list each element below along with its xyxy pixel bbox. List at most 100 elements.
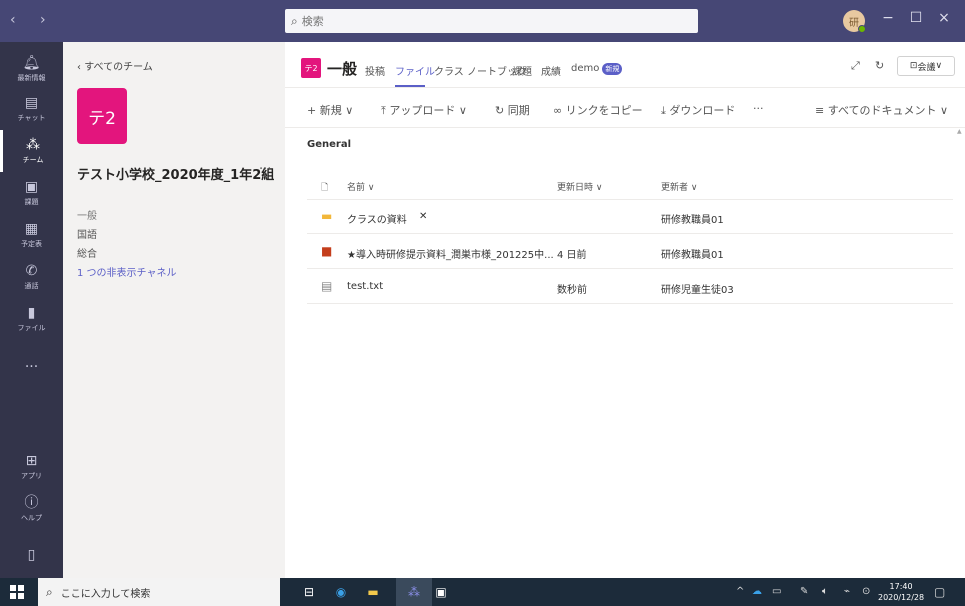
maximize-button[interactable]: ☐ (904, 10, 928, 26)
phone-icon: ✆ (25, 263, 38, 279)
refresh-icon[interactable]: ↻ (875, 59, 884, 72)
file-modified: 数秒前 (557, 285, 587, 296)
file-modified-by: 研修教職員01 (661, 250, 724, 261)
appbar-more[interactable]: ··· (0, 346, 63, 388)
library-section-label: General (307, 139, 351, 150)
tab-demo[interactable]: demo 新規 (571, 63, 623, 75)
minimize-button[interactable]: − (876, 10, 900, 26)
appbar-label: 通話 (24, 282, 39, 290)
file-explorer-icon[interactable]: ▬ (364, 583, 382, 601)
clock-widget-icon[interactable]: ⊙ (862, 586, 870, 597)
notification-icon[interactable]: ▢ (934, 585, 945, 599)
column-modified[interactable]: 更新日時 ∨ (557, 180, 602, 193)
onedrive-icon[interactable]: ☁ (752, 586, 762, 597)
doc-type-column-icon: 🗋︎ (321, 183, 329, 193)
file-name[interactable]: test.txt (347, 281, 383, 292)
help-icon: ⓘ (24, 495, 39, 511)
file-row[interactable]: ■ ★導入時研修提示資料_潤巣市様_201225中... 4 日前 研修教職員0… (307, 235, 953, 269)
file-name[interactable]: ★導入時研修提示資料_潤巣市様_201225中... (347, 246, 554, 261)
search-box[interactable]: ⌕ (285, 9, 698, 33)
search-icon: ⌕ (46, 584, 53, 599)
bell-icon: 🔔︎ (22, 55, 41, 71)
team-avatar: テ2 (77, 88, 127, 144)
file-modified-by: 研修児童生徒03 (661, 285, 734, 296)
volume-icon[interactable]: 🔈︎ (822, 586, 828, 597)
appbar-apps[interactable]: ⊞ アプリ (0, 446, 63, 488)
file-row[interactable]: ▬ クラスの資料 ✕ 研修教職員01 (307, 200, 953, 234)
file-modified-by: 研修教職員01 (661, 215, 724, 226)
sync-button[interactable]: ↻ 同期 (495, 102, 530, 118)
search-input[interactable] (301, 14, 662, 28)
task-view-icon[interactable]: ⊟ (300, 583, 318, 601)
download-button[interactable]: ⤓ ダウンロード (661, 102, 735, 118)
file-name[interactable]: クラスの資料 (347, 211, 407, 226)
taskbar: ⌕ ここに入力して検索 ⊟ ◉ ▬ ⁂ ▣ ^ ☁ ▭ ✎ 🔈︎ ⌁ ⊙ 17:… (0, 578, 965, 606)
store-icon[interactable]: ▣ (432, 583, 450, 601)
all-documents-dropdown[interactable]: ≡ すべてのドキュメント ∨ (815, 102, 948, 118)
tab-posts[interactable]: 投稿 (365, 63, 385, 78)
avatar[interactable]: 研 (843, 10, 866, 33)
files-toolbar: + 新規 ∨ ⤒ アップロード ∨ ↻ 同期 ∞ リンクをコピー ⤓ ダウンロー… (285, 88, 965, 128)
scrollbar[interactable]: ▲ (957, 128, 963, 568)
network-icon[interactable]: ⌁ (844, 586, 850, 597)
appbar-files[interactable]: ▮ ファイル (0, 298, 63, 340)
pen-icon[interactable]: ✎ (800, 586, 808, 597)
text-file-icon: ▤ (321, 279, 333, 293)
appbar-label: チーム (22, 156, 44, 164)
column-name[interactable]: 名前 ∨ (347, 180, 374, 193)
new-button[interactable]: + 新規 ∨ (307, 102, 353, 118)
appbar-teams[interactable]: ⁂ チーム (0, 130, 63, 172)
clock[interactable]: 17:40 2020/12/28 (878, 581, 924, 603)
channel-general[interactable]: 一般 (77, 207, 97, 222)
tab-demo-label: demo (571, 63, 600, 74)
appbar-label: 予定表 (21, 240, 42, 248)
active-tab-indicator (395, 85, 425, 87)
appbar-calls[interactable]: ✆ 通話 (0, 256, 63, 298)
date: 2020/12/28 (878, 593, 925, 602)
nav-arrows[interactable]: ‹ › (10, 12, 56, 28)
copy-link-button[interactable]: ∞ リンクをコピー (553, 102, 643, 118)
appbar-label: ファイル (17, 324, 46, 332)
tab-grades[interactable]: 成績 (541, 63, 561, 78)
column-modified-by[interactable]: 更新者 ∨ (661, 180, 697, 193)
team-panel: ‹ すべてのチーム テ2 テスト小学校_2020年度_1年2組 ··· 一般 国… (63, 42, 285, 578)
appbar-assignments[interactable]: ▣ 課題 (0, 172, 63, 214)
channel-sogo[interactable]: 総合 (77, 245, 97, 260)
appbar-device[interactable]: ▯ (0, 534, 63, 576)
battery-icon[interactable]: ▭ (772, 586, 781, 597)
back-to-all-teams[interactable]: ‹ すべてのチーム (77, 58, 153, 73)
apps-icon: ⊞ (25, 453, 38, 469)
tab-files[interactable]: ファイル (395, 63, 435, 78)
appbar-calendar[interactable]: ▦ 予定表 (0, 214, 63, 256)
close-button[interactable]: × (932, 10, 956, 26)
chat-icon: ▤ (24, 95, 39, 111)
scroll-up-icon[interactable]: ▲ (957, 128, 962, 135)
file-row[interactable]: ▤ test.txt 数秒前 研修児童生徒03 (307, 270, 953, 304)
channel-avatar: テ2 (301, 58, 321, 78)
teams-taskbar-icon[interactable]: ⁂ (405, 583, 423, 601)
chevron-down-icon: ∨ (935, 61, 943, 71)
tab-assignments[interactable]: 課題 (512, 63, 532, 78)
main-content: テ2 一般 投稿 ファイル クラス ノートブック 課題 成績 demo 新規 ⤢ … (285, 42, 965, 578)
upload-button[interactable]: ⤒ アップロード ∨ (381, 102, 467, 118)
hidden-channels-link[interactable]: 1 つの非表示チャネル (77, 264, 176, 279)
new-badge: 新規 (602, 63, 623, 75)
expand-icon[interactable]: ⤢ (851, 59, 860, 73)
back-label: すべてのチーム (84, 62, 153, 73)
taskbar-search[interactable]: ⌕ ここに入力して検索 (38, 578, 280, 606)
appbar-chat[interactable]: ▤ チャット (0, 88, 63, 130)
channel-header: テ2 一般 投稿 ファイル クラス ノートブック 課題 成績 demo 新規 ⤢ … (285, 42, 965, 88)
meet-button[interactable]: ⊡ 会議 ∨ (897, 56, 955, 76)
toolbar-more-button[interactable]: ··· (753, 102, 764, 115)
taskbar-search-placeholder: ここに入力して検索 (60, 588, 151, 600)
calendar-icon: ▦ (24, 221, 39, 237)
appbar-activity[interactable]: 🔔︎ 最新情報 (0, 48, 63, 90)
tray-chevron-icon[interactable]: ^ (736, 586, 744, 597)
team-more-button[interactable]: ··· (259, 162, 271, 177)
video-icon: ⊡ (909, 61, 918, 71)
appbar-label: アプリ (21, 472, 42, 480)
edge-icon[interactable]: ◉ (332, 583, 350, 601)
windows-start-icon[interactable] (10, 585, 24, 599)
channel-kokugo[interactable]: 国語 (77, 226, 97, 241)
appbar-help[interactable]: ⓘ ヘルプ (0, 488, 63, 530)
